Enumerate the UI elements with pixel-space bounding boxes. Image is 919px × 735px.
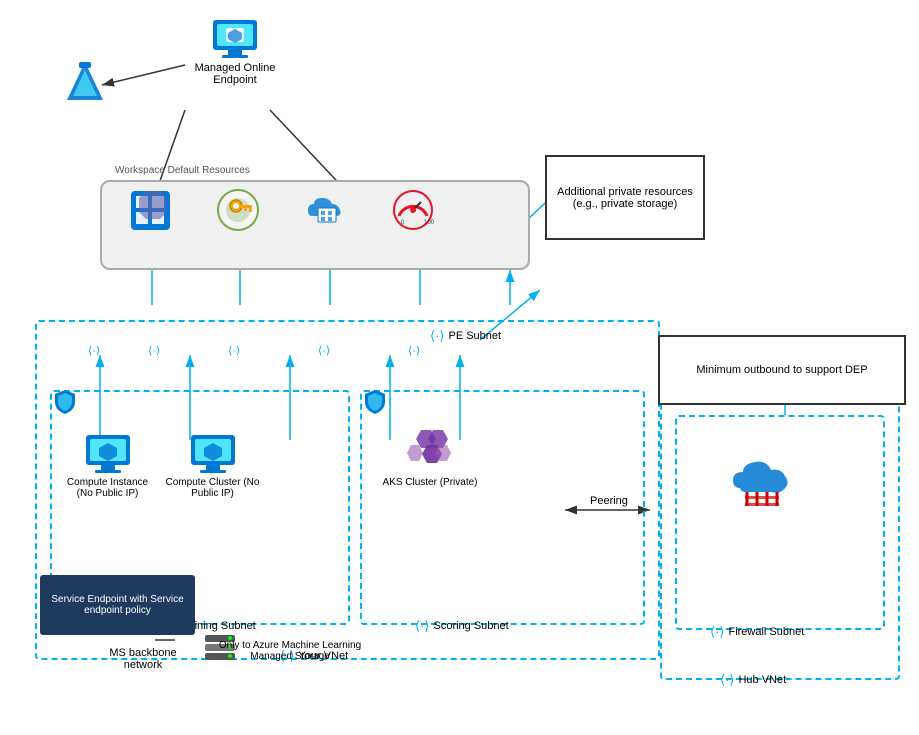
aks-cluster-label: AKS Cluster (Private) xyxy=(382,477,477,488)
key-vault-icon xyxy=(208,188,268,233)
shield-icon-2 xyxy=(363,388,387,422)
managed-online-endpoint-label: Managed Online Endpoint xyxy=(175,62,295,86)
scoring-subnet-label: Scoring Subnet xyxy=(433,620,508,632)
workspace-default-label: Workspace Default Resources xyxy=(115,165,250,176)
svg-text:100: 100 xyxy=(424,220,435,226)
connector-4: ⟨·⟩ xyxy=(318,344,330,357)
firewall-subnet-label: Firewall Subnet xyxy=(728,626,804,638)
shield-icon-1 xyxy=(53,388,77,422)
storage-icon xyxy=(296,188,356,233)
additional-private-label: Additional private resources (e.g., priv… xyxy=(547,186,703,210)
azure-ml-logo xyxy=(55,60,115,111)
diagram-container: Managed Online Endpoint Workspace Defaul… xyxy=(0,0,919,735)
connector-5: ⟨·⟩ xyxy=(408,344,420,357)
connector-2: ⟨·⟩ xyxy=(148,344,160,357)
scoring-subnet-label-area: ⟨·⟩ Scoring Subnet xyxy=(415,618,509,634)
service-endpoint-box: Service Endpoint with Service endpoint p… xyxy=(40,575,195,635)
service-endpoint-label: Service Endpoint with Service endpoint p… xyxy=(40,594,195,616)
connector-1: ⟨·⟩ xyxy=(88,344,100,357)
hub-vnet-label-area: ⟨·⟩ Hub VNet xyxy=(720,672,786,688)
compute-instance-label: Compute Instance (No Public IP) xyxy=(60,477,155,499)
ms-backbone-label: MS backbone network xyxy=(103,647,183,671)
firewall-subnet-label-area: ⟨·⟩ Firewall Subnet xyxy=(710,624,804,640)
additional-private-box: Additional private resources (e.g., priv… xyxy=(545,155,705,240)
peering-label: Peering xyxy=(590,495,628,507)
pe-subnet-label: PE Subnet xyxy=(448,330,501,342)
aks-cluster-icon: AKS Cluster (Private) xyxy=(380,425,480,486)
firewall-subnet-box xyxy=(675,415,885,630)
compute-cluster-icon: Compute Cluster (No Public IP) xyxy=(165,430,260,497)
firewall-icon xyxy=(720,450,810,515)
connector-3: ⟨·⟩ xyxy=(228,344,240,357)
pe-subnet-label-area: ⟨·⟩ PE Subnet xyxy=(430,328,501,344)
monitor-icon: 0 100 xyxy=(383,188,443,233)
compute-cluster-label: Compute Cluster (No Public IP) xyxy=(165,477,260,499)
compute-instance-icon: Compute Instance (No Public IP) xyxy=(60,430,155,497)
managed-online-endpoint-icon: Managed Online Endpoint xyxy=(175,15,295,84)
hub-vnet-label: Hub VNet xyxy=(738,674,786,686)
workspace-icon xyxy=(120,188,180,233)
managed-storage-note: Only to Azure Machine Learning Managed S… xyxy=(210,640,370,662)
min-outbound-label: Minimum outbound to support DEP xyxy=(696,364,867,376)
min-outbound-box: Minimum outbound to support DEP xyxy=(658,335,906,405)
